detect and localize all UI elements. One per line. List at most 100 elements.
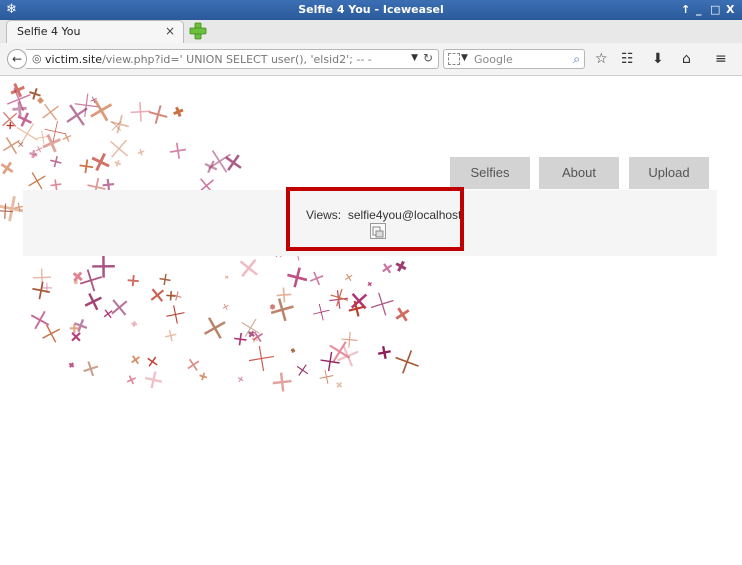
window-titlebar: ❄ Selfie 4 You - Iceweasel ↑ _ □ X	[0, 0, 742, 20]
decorative-cross	[296, 364, 309, 376]
decorative-cross	[290, 348, 296, 353]
decorative-cross	[309, 271, 324, 286]
decorative-cross	[12, 101, 27, 117]
search-engine-icon[interactable]	[448, 53, 460, 65]
decorative-cross	[395, 260, 407, 272]
globe-icon: ◎	[32, 52, 42, 65]
decorative-cross	[187, 358, 200, 371]
decorative-cross	[203, 317, 226, 339]
highlight-box	[286, 187, 464, 251]
menu-icon[interactable]: ≡	[715, 51, 727, 67]
decorative-cross	[42, 324, 61, 343]
magnifier-icon[interactable]: ⌕	[573, 52, 580, 67]
navigation-toolbar: ◎ victim.site/view.php?id=' UNION SELECT…	[0, 43, 742, 76]
decorative-cross	[32, 281, 50, 300]
search-placeholder: Google	[474, 53, 513, 66]
search-bar[interactable]: ▼ Google ⌕	[443, 49, 585, 69]
url-path: /view.php?id=' UNION SELECT user(), 'els…	[102, 53, 372, 66]
decorative-cross	[137, 148, 145, 156]
decorative-cross	[110, 139, 128, 158]
decorative-cross	[159, 273, 171, 286]
decorative-cross	[111, 121, 122, 131]
decorative-cross	[130, 101, 151, 122]
decorative-cross	[127, 275, 139, 287]
decorative-cross	[131, 321, 138, 327]
decorative-cross	[111, 299, 128, 316]
decorative-cross	[395, 350, 419, 374]
tab-close-icon[interactable]: ×	[165, 24, 175, 38]
nav-about-button[interactable]: About	[539, 157, 619, 189]
decorative-cross	[84, 292, 102, 311]
decorative-cross	[367, 281, 372, 287]
decorative-cross	[199, 372, 208, 381]
bookmark-star-icon[interactable]: ☆	[595, 51, 608, 67]
home-icon[interactable]: ⌂	[682, 51, 691, 67]
decorative-cross	[173, 106, 184, 117]
decorative-cross	[345, 273, 353, 282]
decorative-cross	[131, 355, 140, 365]
decorative-cross	[239, 258, 258, 278]
decorative-cross	[79, 159, 94, 174]
decorative-cross	[91, 152, 110, 172]
download-icon[interactable]: ⬇	[652, 51, 664, 67]
url-history-dropdown-icon[interactable]: ▼	[411, 53, 418, 63]
decorative-cross	[36, 146, 43, 153]
decorative-cross	[382, 263, 393, 274]
new-tab-plus-icon[interactable]	[189, 22, 207, 40]
url-text: victim.site/view.php?id=' UNION SELECT u…	[45, 53, 372, 66]
decorative-cross	[395, 307, 410, 322]
decorative-cross	[377, 346, 391, 359]
decorative-cross	[83, 361, 99, 377]
decorative-cross	[42, 133, 61, 153]
decorative-cross	[16, 123, 38, 145]
decorative-cross	[0, 161, 14, 175]
decorative-cross	[272, 372, 292, 392]
decorative-cross	[237, 376, 244, 383]
decorative-cross	[68, 362, 75, 368]
url-bar[interactable]: ◎ victim.site/view.php?id=' UNION SELECT…	[26, 49, 439, 69]
decorative-cross	[50, 155, 62, 168]
tab-selfie-4-you[interactable]: Selfie 4 You ×	[6, 20, 184, 43]
decorative-cross	[287, 267, 308, 288]
decorative-cross	[224, 275, 229, 279]
window-minimize-icon[interactable]: _	[696, 3, 702, 16]
nav-selfies-button[interactable]: Selfies	[450, 157, 530, 189]
search-engine-dropdown-icon[interactable]: ▼	[461, 53, 468, 63]
window-maximize-icon[interactable]: □	[710, 3, 720, 16]
decorative-cross	[248, 345, 275, 372]
decorative-cross	[147, 356, 158, 367]
decorative-cross	[66, 104, 88, 126]
decorative-cross	[71, 331, 81, 342]
window-pin-icon[interactable]: ↑	[681, 3, 690, 16]
decorative-cross	[225, 154, 242, 171]
decorative-cross	[169, 142, 187, 159]
decorative-cross	[92, 255, 115, 278]
decorative-cross	[166, 305, 185, 324]
decorative-cross	[37, 97, 44, 104]
nav-upload-button[interactable]: Upload	[629, 157, 709, 189]
tab-strip: Selfie 4 You ×	[0, 20, 742, 44]
back-arrow-icon[interactable]: ←	[7, 49, 27, 69]
window-close-icon[interactable]: X	[726, 3, 734, 16]
decorative-cross	[370, 292, 394, 316]
decorative-cross	[312, 303, 330, 321]
decorative-cross	[148, 105, 168, 124]
decorative-cross	[114, 159, 122, 167]
decorative-cross	[164, 329, 177, 342]
decorative-cross	[270, 298, 294, 322]
decorative-cross	[336, 381, 343, 388]
decorative-cross	[269, 303, 276, 310]
decorative-cross	[110, 114, 129, 134]
decorative-cross	[150, 288, 165, 302]
decorative-cross	[222, 303, 229, 310]
page-content: Selfies About Upload Views: selfie4you@l…	[0, 76, 742, 565]
decorative-cross	[144, 371, 163, 389]
url-domain: victim.site	[45, 53, 103, 66]
tab-label: Selfie 4 You	[17, 25, 81, 38]
decorative-cross	[319, 370, 334, 384]
reading-list-icon[interactable]: ☷	[621, 51, 634, 67]
decorative-cross	[2, 137, 20, 154]
decorative-cross	[234, 332, 247, 346]
reload-icon[interactable]: ↻	[423, 51, 433, 65]
window-title: Selfie 4 You - Iceweasel	[298, 3, 444, 16]
